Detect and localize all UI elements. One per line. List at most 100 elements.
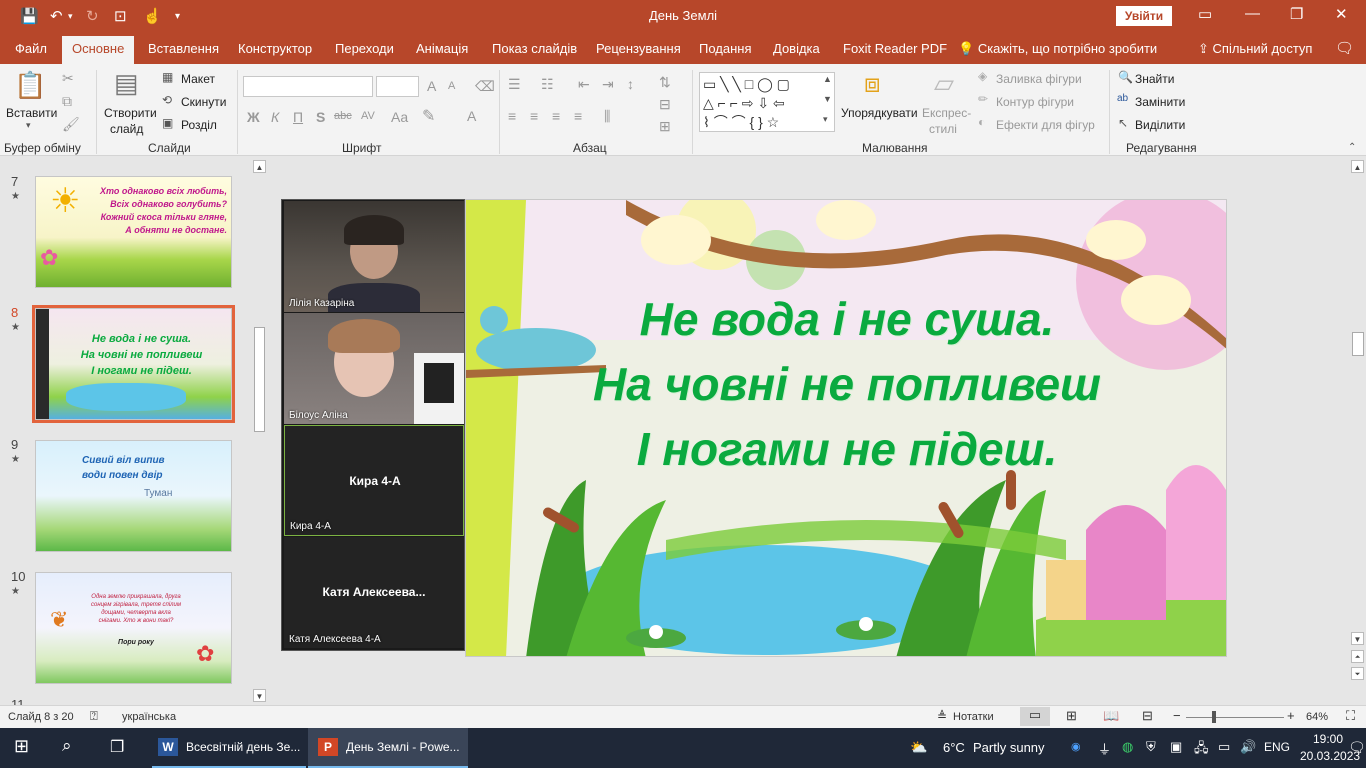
collapse-ribbon-icon[interactable]: ⌃: [1348, 142, 1356, 153]
slide-sorter-icon[interactable]: ⊞: [1066, 708, 1077, 724]
tray-icon[interactable]: ▣: [1170, 739, 1182, 755]
clock-time[interactable]: 19:00: [1313, 732, 1343, 746]
weather-icon[interactable]: ⛅: [910, 739, 927, 756]
reset-button[interactable]: Скинути: [181, 95, 226, 109]
scroll-up-icon[interactable]: ▲: [1351, 160, 1364, 173]
security-icon[interactable]: ⛨: [1146, 739, 1156, 755]
participant-tile[interactable]: Лілія Казаріна: [284, 201, 464, 312]
taskbar-app-word[interactable]: W Всесвітній день Зе...: [152, 728, 306, 768]
fit-to-window-icon[interactable]: ⛶: [1346, 708, 1355, 724]
shapes-gallery[interactable]: ▭ ╲ ╲ □ ◯ ▢ △ ⌐ ⌐ ⇨ ⇩ ⇦ ⌇ ⌒ ⌒ { } ☆: [699, 72, 835, 132]
zoom-in-icon[interactable]: +: [1287, 708, 1295, 723]
next-slide-icon[interactable]: ⏷: [1351, 667, 1364, 680]
align-center-icon: ≡: [530, 108, 539, 124]
current-slide[interactable]: Не вода і не суша. На човні не попливеш …: [465, 199, 1227, 657]
normal-view-icon[interactable]: ▭: [1020, 707, 1050, 726]
restore-icon[interactable]: ❐: [1290, 5, 1303, 23]
new-slide-button[interactable]: Створити: [104, 106, 157, 120]
spellcheck-icon[interactable]: ⍰: [90, 708, 98, 724]
weather-temp[interactable]: 6°C: [943, 740, 965, 755]
tab-home[interactable]: Основне: [62, 36, 135, 64]
tab-view[interactable]: Подання: [699, 41, 752, 56]
scrollbar-thumb[interactable]: [254, 327, 265, 432]
butterfly-icon: ❦: [50, 607, 69, 632]
shapes-scroll-up-icon[interactable]: ▲: [823, 74, 832, 84]
tell-me-search[interactable]: 💡 Скажіть, що потрібно зробити: [958, 41, 1157, 57]
zoom-slider[interactable]: [1186, 717, 1284, 718]
find-button[interactable]: Знайти: [1135, 72, 1174, 86]
close-icon[interactable]: ✕: [1335, 5, 1348, 23]
participant-tile[interactable]: Катя Алексеева... Катя Алексеева 4-А: [284, 537, 464, 648]
tab-insert[interactable]: Вставлення: [148, 41, 219, 56]
arrange-button[interactable]: Упорядкувати: [841, 106, 918, 120]
comments-icon[interactable]: 🗨: [1335, 39, 1354, 57]
thumb8-line-3: І ногами не підеш.: [91, 365, 192, 377]
scroll-down-icon[interactable]: ▼: [1351, 632, 1364, 645]
battery-icon[interactable]: ▭: [1218, 739, 1230, 755]
input-language[interactable]: ENG: [1264, 740, 1290, 754]
tab-file[interactable]: Файл: [15, 41, 47, 56]
weather-description[interactable]: Partly sunny: [973, 740, 1045, 755]
slide-scrollbar[interactable]: ▲ ▼ ⏶ ⏷: [1350, 157, 1366, 705]
reading-view-icon[interactable]: 📖: [1103, 708, 1119, 724]
slide-thumbnail-10[interactable]: ❦ ✿ Одна землю прикрашала, друга сонцем …: [35, 572, 232, 684]
paste-icon[interactable]: 📋: [14, 70, 46, 101]
tray-app-icon[interactable]: ◍: [1122, 739, 1133, 755]
thumb8-line-2: На човні не попливеш: [80, 349, 203, 361]
network-icon[interactable]: 🖧: [1194, 739, 1209, 761]
volume-icon[interactable]: 🔊: [1240, 739, 1256, 755]
language-indicator[interactable]: українська: [122, 711, 176, 723]
zoom-out-icon[interactable]: −: [1173, 708, 1181, 723]
tab-slideshow[interactable]: Показ слайдів: [492, 41, 577, 56]
participant-tile[interactable]: Кира 4-А Кира 4-А: [284, 425, 464, 536]
select-button[interactable]: Виділити: [1135, 118, 1185, 132]
tab-design[interactable]: Конструктор: [238, 41, 312, 56]
font-size-combo[interactable]: [376, 76, 419, 97]
slideshow-icon[interactable]: ⊟: [1142, 708, 1153, 724]
title-bar: 💾 ↶ ▾ ↻ ⊡ ☝ ▾ День Землі Увійти ▭ — ❐ ✕: [0, 0, 1366, 32]
paste-dropdown-icon[interactable]: ▾: [26, 120, 31, 131]
tab-help[interactable]: Довідка: [773, 41, 820, 56]
paste-button[interactable]: Вставити: [6, 106, 57, 120]
font-name-combo[interactable]: [243, 76, 373, 97]
slide-riddle-line-2[interactable]: На човні не попливеш: [466, 357, 1226, 411]
task-view-icon[interactable]: ❐: [110, 737, 124, 757]
taskbar-app-powerpoint[interactable]: P День Землі - Powe...: [308, 728, 468, 768]
windows-start-icon[interactable]: ⊞: [14, 736, 29, 757]
usb-icon[interactable]: ⏚: [1098, 739, 1111, 758]
tab-foxit[interactable]: Foxit Reader PDF: [843, 41, 947, 56]
slide-thumbnail-8[interactable]: Не вода і не суша. На човні не попливеш …: [32, 305, 235, 423]
notes-button[interactable]: Нотатки: [953, 711, 994, 723]
replace-button[interactable]: Замінити: [1135, 95, 1185, 109]
slide-thumbnail-7[interactable]: ☀ ✿ Хто однаково всіх любить, Всіх однак…: [35, 176, 232, 288]
scrollbar-thumb[interactable]: [1352, 332, 1364, 356]
slide-thumbnail-9[interactable]: Сивий віл випив води повен двір Туман: [35, 440, 232, 552]
participant-tile[interactable]: Білоус Аліна: [284, 313, 464, 424]
previous-slide-icon[interactable]: ⏶: [1351, 650, 1364, 663]
tab-animations[interactable]: Анімація: [416, 41, 468, 56]
word-icon: W: [158, 738, 178, 756]
new-slide-button-line2[interactable]: слайд: [110, 122, 143, 136]
zoom-level[interactable]: 64%: [1306, 711, 1328, 723]
section-button[interactable]: Розділ: [181, 118, 217, 132]
layout-button[interactable]: Макет: [181, 72, 215, 86]
ribbon-display-options-icon[interactable]: ▭: [1198, 5, 1212, 23]
scroll-up-icon[interactable]: ▲: [253, 160, 266, 173]
notifications-icon[interactable]: 🗨: [1348, 739, 1366, 756]
new-slide-icon[interactable]: ▤: [114, 68, 139, 99]
zoom-tray-icon[interactable]: ◉: [1071, 740, 1081, 753]
share-button[interactable]: ⇪ Спільний доступ: [1198, 41, 1312, 57]
slide-riddle-line-1[interactable]: Не вода і не суша.: [466, 292, 1226, 346]
sign-in-button[interactable]: Увійти: [1116, 6, 1172, 26]
zoom-slider-thumb[interactable]: [1212, 711, 1216, 723]
shapes-scroll-down-icon[interactable]: ▼: [823, 94, 832, 104]
scroll-down-icon[interactable]: ▼: [253, 689, 266, 702]
tab-transitions[interactable]: Переходи: [335, 41, 394, 56]
slide-riddle-line-3[interactable]: І ногами не підеш.: [466, 422, 1226, 476]
thumbnail-scrollbar[interactable]: ▲ ▼: [252, 157, 267, 705]
minimize-icon[interactable]: —: [1245, 5, 1260, 22]
search-icon[interactable]: ⌕: [62, 736, 72, 756]
shapes-more-icon[interactable]: ▾: [823, 114, 828, 125]
arrange-icon[interactable]: ⧈: [864, 68, 881, 100]
tab-review[interactable]: Рецензування: [596, 41, 681, 56]
